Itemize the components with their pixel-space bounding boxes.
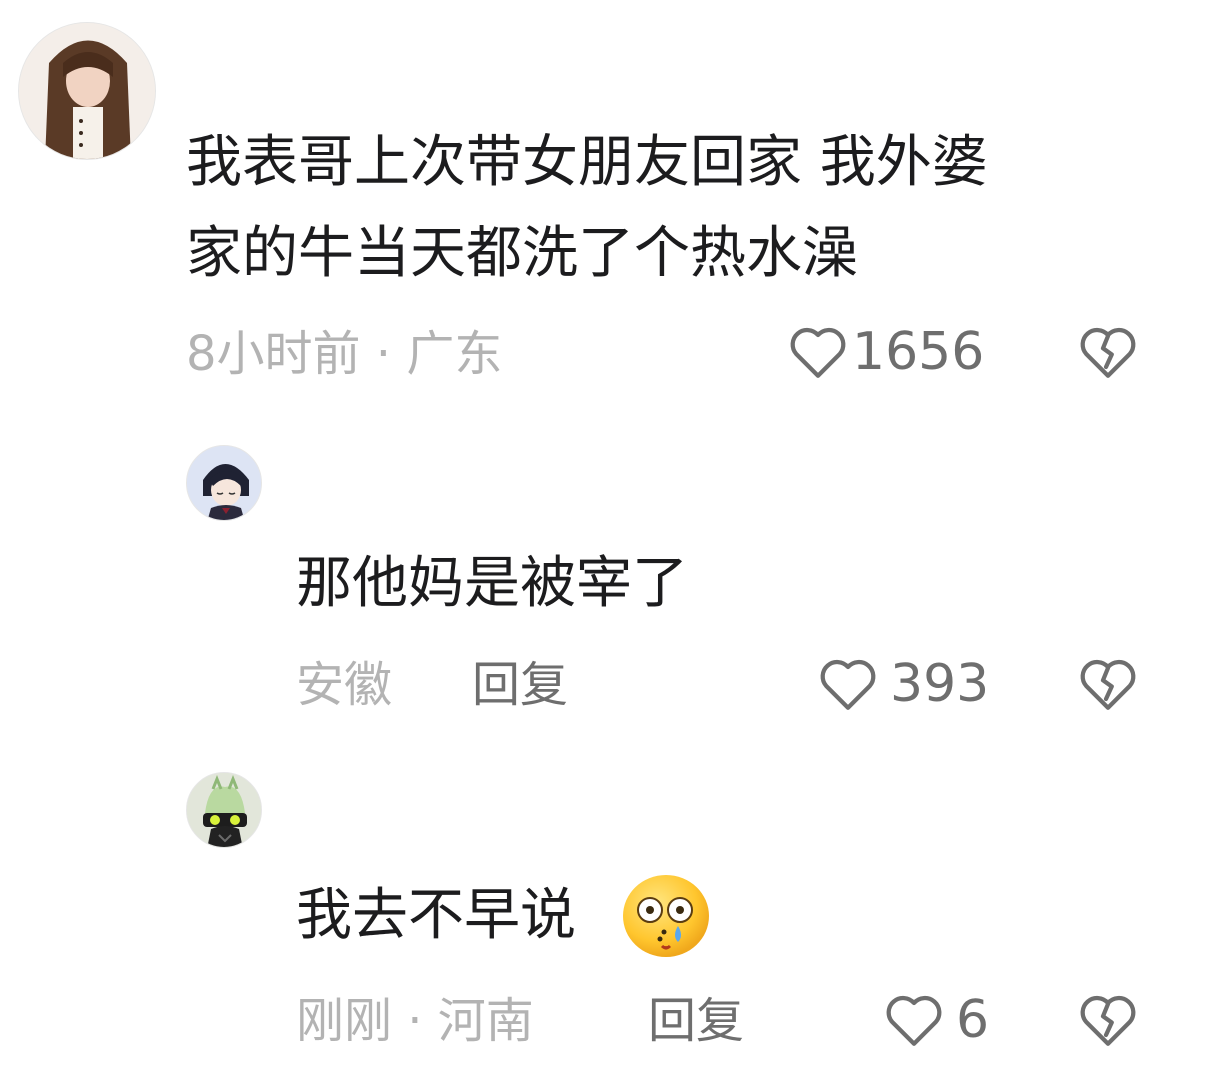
dislike-button[interactable] — [1078, 656, 1138, 712]
like-count: 6 — [956, 990, 990, 1050]
reply-location: 安徽 — [296, 657, 393, 713]
heart-outline-icon — [820, 659, 876, 710]
like-button[interactable]: 6 — [884, 990, 989, 1050]
reply-text: 我去不早说 — [296, 883, 576, 948]
comment-meta: 8小时前 · 广东 — [186, 326, 503, 382]
heart-outline-icon — [886, 995, 942, 1046]
reply-button[interactable]: 回复 — [648, 997, 744, 1045]
comment-text-line2: 家的牛当天都洗了个热水澡 — [186, 221, 858, 286]
dislike-button[interactable] — [1078, 324, 1138, 380]
avatar-girl-long-hair-image — [19, 23, 155, 159]
reply-avatar[interactable] — [186, 772, 262, 848]
avatar-cartoon-creature-image — [187, 773, 261, 847]
dislike-button[interactable] — [1078, 992, 1138, 1048]
avatar-anime-boy-image — [187, 446, 261, 520]
like-button[interactable]: 393 — [818, 654, 989, 714]
reply-button[interactable]: 回复 — [472, 661, 568, 709]
comment-text-line1: 我表哥上次带女朋友回家 我外婆 — [186, 130, 988, 195]
reply-meta: 刚刚 · 河南 — [296, 993, 534, 1049]
broken-heart-icon — [1080, 659, 1136, 710]
astonished-face-with-tear-emoji — [620, 872, 712, 960]
reply-avatar[interactable] — [186, 445, 262, 521]
broken-heart-icon — [1080, 327, 1136, 378]
commenter-avatar[interactable] — [18, 22, 156, 160]
reply-text: 那他妈是被宰了 — [296, 551, 688, 616]
like-count: 393 — [890, 654, 990, 714]
heart-outline-icon — [790, 327, 846, 378]
like-button[interactable]: 1656 — [788, 322, 984, 382]
broken-heart-icon — [1080, 995, 1136, 1046]
like-count: 1656 — [852, 322, 985, 382]
